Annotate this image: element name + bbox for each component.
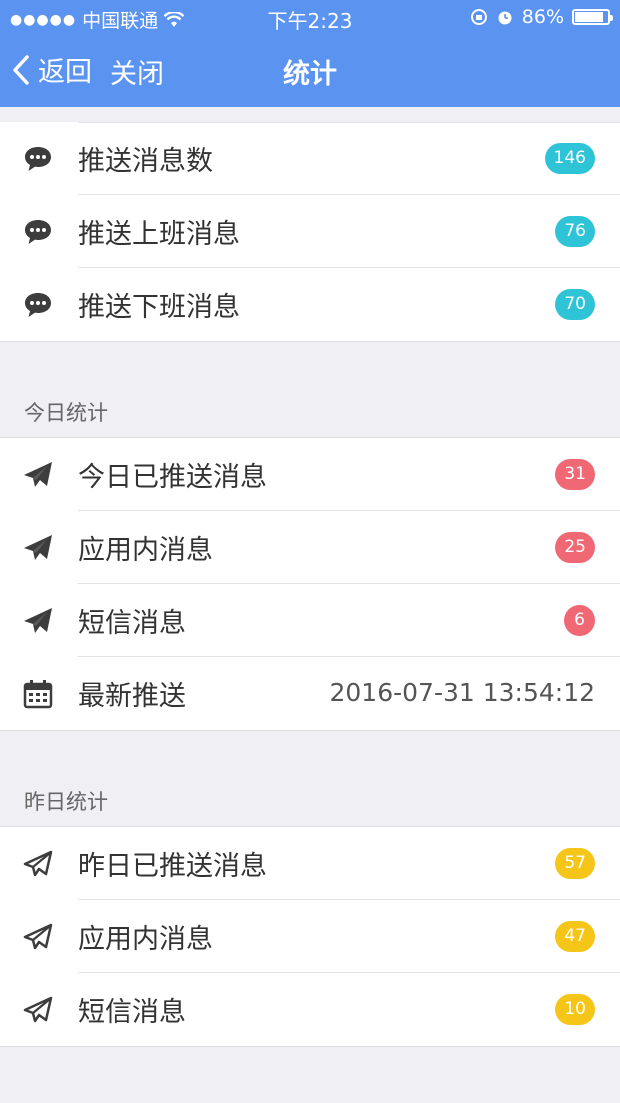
latest-push-time: 2016-07-31 13:54:12	[329, 678, 595, 707]
list-item[interactable]: 推送下班消息 70	[0, 268, 620, 341]
count-badge: 10	[555, 994, 595, 1025]
alarm-icon	[498, 11, 512, 25]
paper-plane-icon	[24, 608, 52, 633]
count-badge: 47	[555, 921, 595, 952]
list-item[interactable]: 应用内消息 25	[0, 511, 620, 584]
chat-bubble-icon	[25, 147, 51, 171]
paper-plane-icon	[24, 535, 52, 560]
list-item-label: 短信消息	[78, 997, 186, 1028]
list-item[interactable]: 昨日已推送消息 57	[0, 827, 620, 900]
push-stats-group: 推送消息数 146 推送上班消息 76 推送下班消息 70	[0, 122, 620, 342]
paper-plane-icon	[24, 462, 52, 487]
list-item-label: 昨日已推送消息	[78, 851, 267, 882]
rotation-lock-icon	[470, 9, 487, 25]
list-item[interactable]: 今日已推送消息 31	[0, 438, 620, 511]
count-badge: 57	[555, 848, 595, 879]
list-item[interactable]: 短信消息 6	[0, 584, 620, 657]
list-item[interactable]: 短信消息 10	[0, 973, 620, 1046]
navigation-bar: 返回 关闭 统计	[0, 40, 620, 100]
app-header: ●●●●● 中国联通 下午2:23 86% 返回 关闭 统计	[0, 0, 620, 107]
list-item-label: 推送下班消息	[78, 292, 240, 323]
list-item-label: 今日已推送消息	[78, 462, 267, 493]
list-item[interactable]: 最新推送 2016-07-31 13:54:12	[0, 657, 620, 730]
count-badge: 31	[555, 459, 595, 490]
list-item-label: 推送上班消息	[78, 219, 240, 250]
chat-bubble-icon	[25, 220, 51, 244]
count-badge: 146	[544, 143, 595, 174]
paper-plane-outline-icon	[23, 850, 53, 877]
list-item-label: 应用内消息	[78, 924, 213, 955]
section-header-yesterday: 昨日统计	[24, 790, 108, 814]
list-item-label: 推送消息数	[78, 146, 213, 177]
battery-percent: 86%	[521, 6, 564, 28]
count-badge: 25	[555, 532, 595, 563]
list-item-label: 最新推送	[78, 681, 186, 712]
calendar-icon	[23, 680, 53, 709]
count-badge: 70	[555, 289, 595, 320]
yesterday-stats-group: 昨日已推送消息 57 应用内消息 47 短信消息 10	[0, 826, 620, 1047]
list-item-label: 应用内消息	[78, 535, 213, 566]
section-header-today: 今日统计	[24, 401, 108, 425]
chat-bubble-icon	[25, 293, 51, 317]
list-item[interactable]: 推送消息数 146	[0, 122, 620, 195]
page-title: 统计	[283, 59, 337, 90]
count-badge: 6	[564, 605, 595, 636]
today-stats-group: 今日已推送消息 31 应用内消息 25 短信消息 6 最新推送 2016-07-…	[0, 437, 620, 731]
list-item[interactable]: 推送上班消息 76	[0, 195, 620, 268]
paper-plane-outline-icon	[23, 996, 53, 1023]
count-badge: 76	[555, 216, 595, 247]
status-bar: ●●●●● 中国联通 下午2:23 86%	[0, 0, 620, 34]
paper-plane-outline-icon	[23, 923, 53, 950]
list-item-label: 短信消息	[78, 608, 186, 639]
battery-icon	[572, 9, 613, 25]
list-item[interactable]: 应用内消息 47	[0, 900, 620, 973]
